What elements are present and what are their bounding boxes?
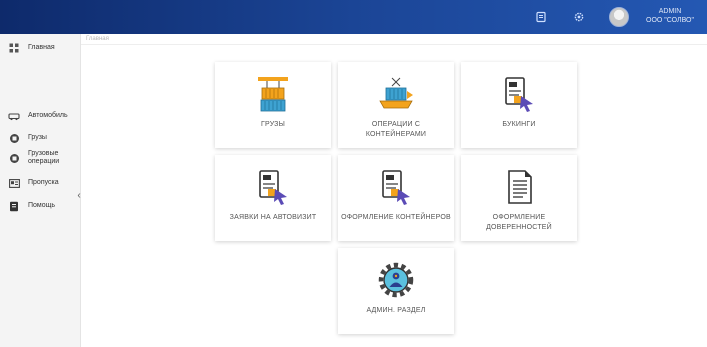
- sidebar-item-label: Автомобиль: [28, 112, 68, 119]
- tile-label: ОПЕРАЦИИ С КОНТЕЙНЕРАМИ: [365, 121, 427, 138]
- sidebar: Главная Автомобиль Грузы Грузовые операц…: [0, 34, 81, 347]
- document-lines-icon: [499, 167, 539, 207]
- tile-power-of-attorney[interactable]: ОФОРМЛЕНИЕ ДОВЕРЕННОСТЕЙ: [461, 155, 577, 241]
- user-org: ООО "СОЛВО": [646, 17, 694, 24]
- tile-label: БУКИНГИ: [502, 121, 536, 128]
- tile-admin-section[interactable]: АДМИН. РАЗДЕЛ: [338, 248, 454, 334]
- tile-label: ГРУЗЫ: [260, 121, 286, 128]
- sidebar-item-label: Помощь: [28, 202, 56, 209]
- sidebar-item-label: Грузовые операции: [28, 150, 60, 165]
- gear-admin-icon: [376, 260, 416, 300]
- sidebar-item-cargo[interactable]: Грузы: [8, 132, 47, 144]
- top-bar: ADMIN ООО "СОЛВО": [0, 0, 707, 34]
- tile-bookings[interactable]: БУКИНГИ: [461, 62, 577, 148]
- document-cursor-icon: [253, 167, 293, 207]
- sidebar-item-help[interactable]: Помощь: [8, 200, 55, 212]
- sidebar-item-cargo-operations[interactable]: Грузовые операции: [8, 150, 62, 166]
- container-ship-icon: [376, 74, 416, 114]
- sidebar-item-auto[interactable]: Автомобиль: [8, 110, 68, 122]
- sidebar-item-label: Главная: [28, 44, 55, 51]
- container-crane-icon: [253, 74, 293, 114]
- sidebar-item-passes[interactable]: Пропуска: [8, 177, 59, 189]
- help-book-icon: [8, 200, 20, 212]
- user-info[interactable]: ADMIN ООО "СОЛВО": [640, 7, 700, 25]
- sidebar-item-home[interactable]: Главная: [8, 42, 55, 54]
- document-cursor-icon: [499, 74, 539, 114]
- sidebar-collapse-button[interactable]: ‹: [74, 188, 84, 202]
- cargo-icon: [8, 132, 20, 144]
- tile-label: ОФОРМЛЕНИЕ КОНТЕЙНЕРОВ: [341, 214, 451, 221]
- grid-icon: [8, 42, 20, 54]
- tile-container-registration[interactable]: ОФОРМЛЕНИЕ КОНТЕЙНЕРОВ: [338, 155, 454, 241]
- avatar[interactable]: [609, 7, 629, 27]
- divider: [81, 44, 707, 45]
- car-icon: [8, 110, 20, 122]
- tile-container-operations[interactable]: ОПЕРАЦИИ С КОНТЕЙНЕРАМИ: [338, 62, 454, 148]
- sidebar-item-label: Грузы: [28, 134, 47, 141]
- tile-label: АДМИН. РАЗДЕЛ: [366, 307, 426, 314]
- tile-label: ОФОРМЛЕНИЕ ДОВЕРЕННОСТЕЙ: [486, 214, 552, 231]
- tile-autovisit-requests[interactable]: ЗАЯВКИ НА АВТОВИЗИТ: [215, 155, 331, 241]
- cargo-operations-icon: [8, 152, 20, 164]
- pass-icon: [8, 177, 20, 189]
- settings-icon[interactable]: [570, 8, 588, 26]
- user-role: ADMIN: [658, 8, 682, 15]
- tile-label: ЗАЯВКИ НА АВТОВИЗИТ: [229, 214, 317, 221]
- breadcrumb[interactable]: Главная: [86, 36, 109, 42]
- tile-cargo[interactable]: ГРУЗЫ: [215, 62, 331, 148]
- help-book-icon[interactable]: [532, 8, 550, 26]
- document-cursor-icon: [376, 167, 416, 207]
- sidebar-item-label: Пропуска: [28, 179, 59, 186]
